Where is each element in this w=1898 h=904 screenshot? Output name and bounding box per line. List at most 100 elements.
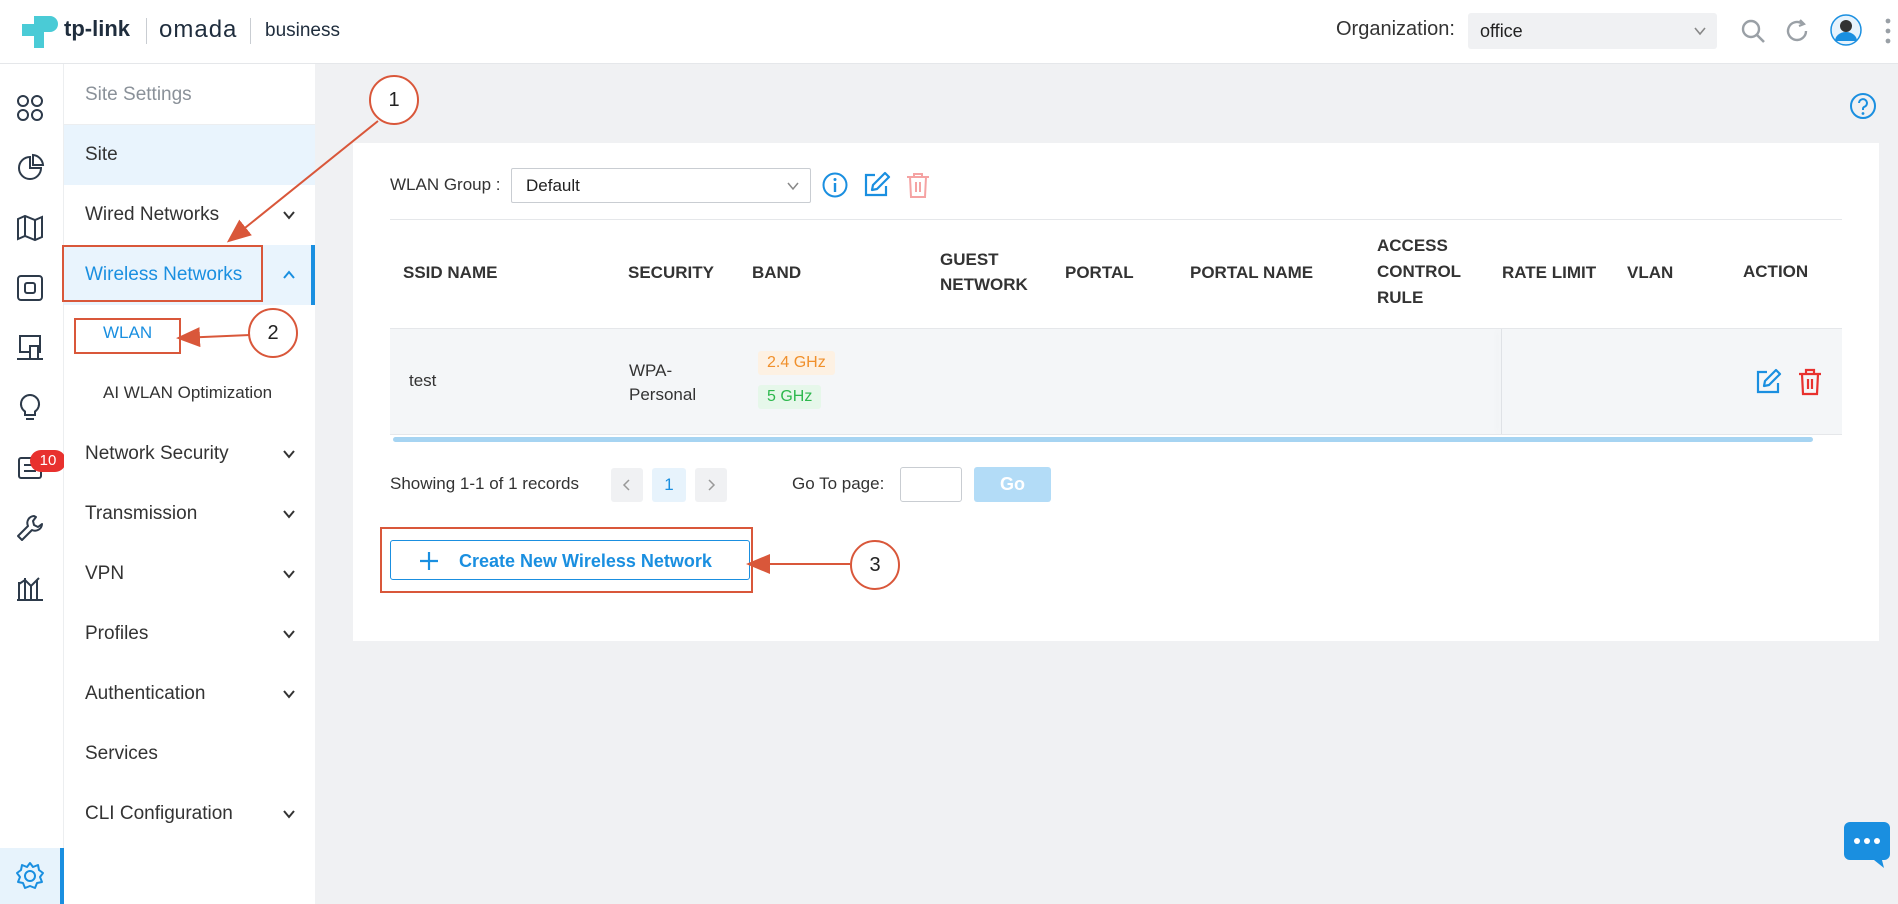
- cell-security: Personal: [629, 385, 697, 404]
- sidebar-item-transmission[interactable]: Transmission: [64, 484, 315, 544]
- edit-group-icon[interactable]: [861, 170, 891, 200]
- help-icon[interactable]: [1849, 92, 1877, 120]
- band-tag-2g: 2.4 GHz: [758, 351, 835, 375]
- settings-nav[interactable]: [0, 848, 64, 904]
- chevron-down-icon: [283, 211, 295, 220]
- sidebar-item-wired-networks[interactable]: Wired Networks: [64, 185, 315, 245]
- chat-button[interactable]: [1844, 822, 1890, 868]
- band-tag-5g: 5 GHz: [758, 385, 822, 409]
- column-header-access-control-rule: RULE: [1377, 288, 1424, 307]
- avatar[interactable]: [1830, 14, 1862, 46]
- brand-divider: [146, 18, 147, 44]
- wlan-group-value: Default: [526, 176, 580, 195]
- column-header-security: SECURITY: [628, 263, 714, 282]
- sidebar-section-title: Site Settings: [85, 84, 192, 105]
- brand-tplink: tp-link: [64, 16, 130, 41]
- map-icon[interactable]: [14, 212, 46, 244]
- annotation-highlight-wireless-networks: [62, 245, 263, 302]
- info-icon[interactable]: [821, 171, 849, 199]
- chat-icon: [1854, 838, 1884, 868]
- tools-icon[interactable]: [14, 512, 46, 544]
- sidebar-item-site[interactable]: Site: [64, 125, 315, 185]
- sidebar-item-authentication[interactable]: Authentication: [64, 664, 315, 724]
- delete-group-icon[interactable]: [904, 170, 932, 200]
- top-bar: tp-link omada business Organization: off…: [0, 0, 1898, 64]
- column-header-portal: PORTAL: [1065, 263, 1134, 282]
- nav-rail: 10: [0, 64, 66, 904]
- column-header-ssid: SSID NAME: [403, 263, 498, 282]
- sidebar-item-network-security[interactable]: Network Security: [64, 424, 315, 484]
- column-header-access-control-rule: ACCESS: [1377, 236, 1448, 255]
- page-1-button[interactable]: 1: [652, 468, 686, 502]
- refresh-icon[interactable]: [1784, 17, 1812, 45]
- sidebar-item-profiles[interactable]: Profiles: [64, 604, 315, 664]
- annotation-marker-2: 2: [248, 308, 298, 358]
- prev-page-button[interactable]: [611, 468, 643, 502]
- statistics-icon[interactable]: [14, 152, 46, 184]
- organization-select[interactable]: office: [1468, 13, 1717, 49]
- column-header-guest: NETWORK: [940, 275, 1028, 294]
- more-icon[interactable]: [1884, 16, 1892, 46]
- wlan-group-label: WLAN Group :: [390, 175, 501, 194]
- sidebar-item-label: Network Security: [85, 443, 229, 464]
- sidebar-item-label: VPN: [85, 563, 125, 584]
- sidebar-item-label: CLI Configuration: [85, 803, 233, 824]
- table-row[interactable]: test WPA- Personal 2.4 GHz 5 GHz: [390, 329, 1842, 434]
- chevron-down-icon: [283, 570, 295, 579]
- sidebar-item-label: Site: [85, 144, 118, 165]
- cell-security: WPA-: [629, 361, 673, 380]
- chevron-down-icon: [283, 810, 295, 819]
- edit-icon[interactable]: [1754, 368, 1782, 396]
- brand-business: business: [265, 20, 340, 41]
- sidebar-item-label: Authentication: [85, 683, 206, 704]
- wlan-group-select[interactable]: Default: [511, 168, 811, 203]
- brand-omada: omada: [159, 16, 238, 43]
- next-page-button[interactable]: [695, 468, 727, 502]
- chevron-down-icon: [283, 630, 295, 639]
- column-header-rate-limit: RATE LIMIT: [1502, 263, 1597, 282]
- organization-value: office: [1480, 21, 1523, 41]
- annotation-marker-3: 3: [850, 540, 900, 590]
- annotation-marker-1: 1: [369, 75, 419, 125]
- column-header-portal-name: PORTAL NAME: [1190, 263, 1314, 282]
- devices-icon[interactable]: [14, 272, 46, 304]
- annotation-highlight-create-button: [380, 527, 753, 593]
- sidebar-subitem-ai-wlan-optimization[interactable]: AI WLAN Optimization: [103, 383, 272, 403]
- column-header-band: BAND: [752, 263, 802, 282]
- go-button[interactable]: Go: [974, 467, 1051, 502]
- horizontal-scrollbar[interactable]: [393, 437, 1813, 442]
- chevron-down-icon: [1694, 27, 1706, 36]
- divider: [390, 434, 1842, 435]
- goto-page-input[interactable]: [900, 467, 962, 502]
- chevron-down-icon: [283, 690, 295, 699]
- dashboard-icon[interactable]: [14, 92, 46, 124]
- goto-page-label: Go To page:: [792, 474, 885, 493]
- clients-icon[interactable]: [14, 332, 46, 364]
- sidebar-item-label: Profiles: [85, 623, 149, 644]
- chevron-down-icon: [787, 182, 799, 191]
- settings-sidebar: Site Settings Site Wired Networks Wirele…: [64, 64, 315, 904]
- reports-icon[interactable]: [14, 572, 46, 604]
- column-header-guest: GUEST: [940, 250, 999, 269]
- column-header-access-control-rule: CONTROL: [1377, 262, 1462, 281]
- brand-divider: [250, 18, 251, 44]
- annotation-highlight-wlan: [74, 318, 181, 354]
- chevron-left-icon: [622, 479, 630, 491]
- active-indicator: [311, 245, 315, 305]
- insights-icon[interactable]: [14, 392, 46, 424]
- chevron-right-icon: [708, 479, 716, 491]
- delete-icon[interactable]: [1797, 367, 1823, 397]
- fixed-column-divider: [1501, 329, 1502, 434]
- pagination-summary: Showing 1-1 of 1 records: [390, 474, 579, 493]
- sidebar-item-services[interactable]: Services: [64, 724, 315, 784]
- sidebar-item-label: Wired Networks: [85, 204, 220, 225]
- logs-badge: 10: [30, 450, 66, 472]
- cell-ssid: test: [409, 371, 437, 390]
- column-header-vlan: VLAN: [1627, 263, 1674, 282]
- column-header-action: ACTION: [1743, 262, 1809, 281]
- search-icon[interactable]: [1739, 17, 1767, 45]
- sidebar-item-label: Transmission: [85, 503, 198, 524]
- sidebar-item-cli-configuration[interactable]: CLI Configuration: [64, 784, 315, 844]
- table-header: SSID NAME SECURITY BAND GUEST NETWORK PO…: [390, 220, 1842, 328]
- sidebar-item-vpn[interactable]: VPN: [64, 544, 315, 604]
